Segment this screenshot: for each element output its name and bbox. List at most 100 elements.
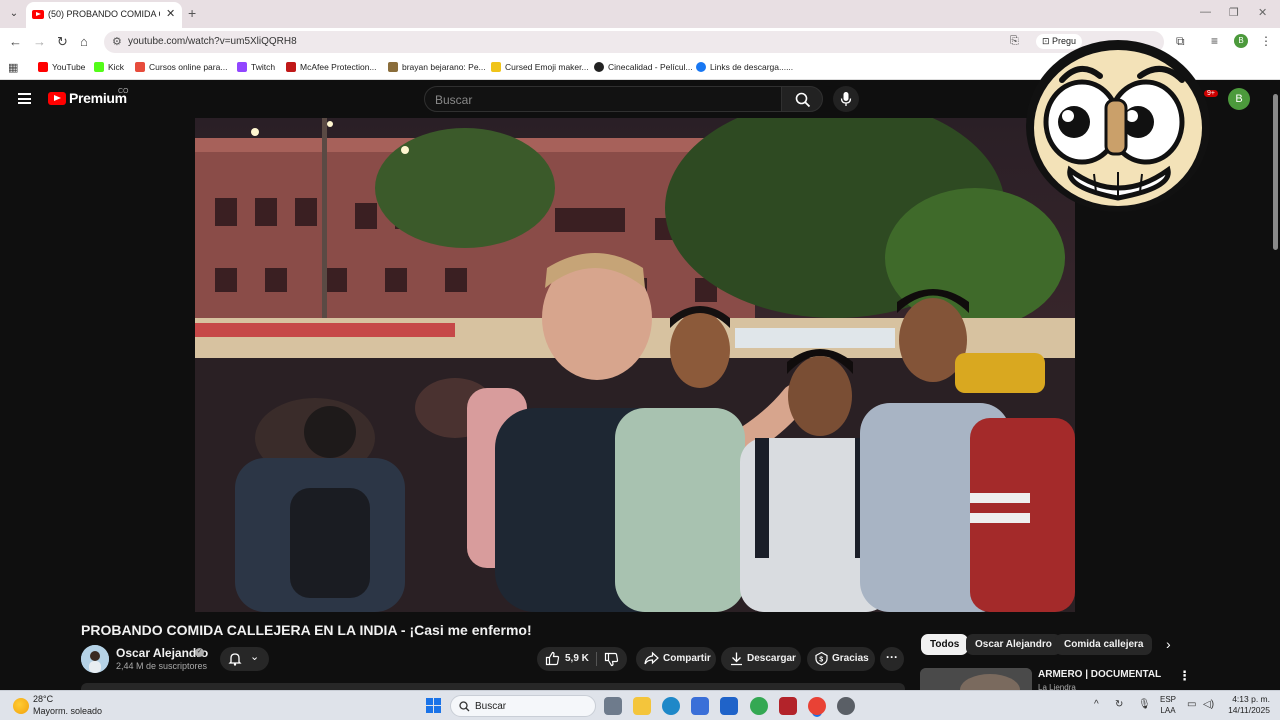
back-arrow-icon[interactable]: ←	[9, 34, 22, 49]
tab-search-chevron-icon[interactable]: ⌄	[6, 6, 22, 22]
like-thumb-icon[interactable]	[545, 651, 560, 666]
brayan-bookmark-icon	[388, 61, 398, 72]
recommendation-thumbnail-image	[920, 668, 1032, 690]
browser-tab-active[interactable]: (50) PROBANDO COMIDA CALLE ✕	[26, 2, 182, 28]
weather-sun-icon[interactable]	[13, 698, 29, 714]
mail-icon[interactable]	[720, 697, 738, 715]
chips-next-chevron-icon[interactable]: ›	[1166, 636, 1171, 652]
thanks-label: Gracias	[832, 653, 869, 664]
like-separator	[596, 652, 597, 666]
like-count[interactable]: 5,9 K	[565, 653, 589, 664]
kick-bookmark-icon	[94, 61, 104, 72]
minimize-icon[interactable]: —	[1200, 6, 1211, 18]
dislike-thumb-icon[interactable]	[604, 652, 619, 667]
reading-list-icon[interactable]: ≡	[1211, 34, 1218, 48]
video-title: PROBANDO COMIDA CALLEJERA EN LA INDIA - …	[81, 622, 532, 638]
tray-chevron-up-icon[interactable]: ^	[1094, 699, 1099, 710]
install-app-icon[interactable]: ⎘	[1010, 35, 1019, 48]
recommendation-title[interactable]: ARMERO | DOCUMENTAL	[1038, 669, 1161, 680]
cursed-emoji-bookmark-icon	[491, 61, 501, 72]
bookmark-cursos[interactable]: Cursos online para...	[135, 61, 227, 75]
pleading-face-sticker	[1026, 40, 1210, 212]
task-view-icon[interactable]	[604, 697, 622, 715]
download-button[interactable]: Descargar	[721, 647, 801, 671]
twitch-bookmark-icon	[237, 61, 247, 72]
file-explorer-icon[interactable]	[633, 697, 651, 715]
site-info-icon[interactable]: ⚙	[112, 35, 122, 48]
description-box[interactable]	[81, 683, 905, 690]
video-player[interactable]	[195, 118, 1075, 612]
hamburger-menu-icon[interactable]	[18, 93, 31, 104]
scrollbar-thumb[interactable]	[1273, 94, 1278, 250]
youtube-logo-icon[interactable]	[48, 92, 66, 105]
subscriber-count: 2,44 M de suscriptores	[116, 661, 208, 671]
verified-check-icon: ✓	[195, 648, 204, 657]
bookmark-twitch[interactable]: Twitch	[237, 61, 275, 75]
svg-text:$: $	[819, 657, 823, 664]
share-label: Compartir	[663, 653, 711, 664]
address-bar[interactable]: ⚙ youtube.com/watch?v=um5XliQQRH8 ⎘ ⊡ Pr…	[104, 31, 1164, 53]
chip-todos[interactable]: Todos	[921, 634, 969, 655]
chip-oscar-alejandro[interactable]: Oscar Alejandro	[966, 634, 1061, 655]
bookmark-links-descarga[interactable]: Links de descarga......	[696, 61, 793, 75]
tab-close-icon[interactable]: ✕	[166, 7, 175, 20]
weather-description[interactable]: Mayorm. soleado	[33, 706, 102, 716]
chrome-profile-icon[interactable]	[750, 697, 768, 715]
country-code: CO	[118, 88, 129, 95]
home-icon[interactable]: ⌂	[80, 34, 88, 49]
tab-title: (50) PROBANDO COMIDA CALLE	[48, 9, 160, 19]
browser-menu-icon[interactable]: ⋮	[1260, 34, 1272, 48]
channel-avatar-image	[81, 645, 109, 673]
microsoft-store-icon[interactable]	[691, 697, 709, 715]
youtube-account-avatar[interactable]: B	[1228, 88, 1250, 110]
forward-arrow-icon[interactable]: →	[33, 34, 46, 49]
share-arrow-icon	[644, 651, 659, 665]
edge-browser-icon[interactable]	[662, 697, 680, 715]
weather-temperature[interactable]: 28°C	[33, 694, 53, 704]
browser-profile-avatar[interactable]: B	[1234, 34, 1248, 48]
subscription-bell-button[interactable]: ⌄	[220, 647, 269, 671]
voice-search-button[interactable]	[833, 86, 859, 112]
apps-grid-icon[interactable]: ▦	[8, 61, 18, 74]
bookmark-mcafee[interactable]: McAfee Protection...	[286, 61, 377, 75]
download-label: Descargar	[747, 653, 796, 664]
search-button[interactable]	[781, 86, 823, 112]
recommendation-more-icon[interactable]: ⋮	[1178, 668, 1191, 684]
search-input[interactable]	[435, 92, 765, 108]
bookmark-cinecalidad[interactable]: Cinecalidad - Películ...	[594, 61, 693, 75]
page-scrollbar[interactable]	[1270, 86, 1280, 686]
network-icon[interactable]: ▭	[1187, 699, 1196, 710]
facebook-bookmark-icon	[696, 61, 706, 72]
valorant-icon[interactable]	[779, 697, 797, 715]
new-tab-icon[interactable]: +	[188, 5, 196, 21]
share-button[interactable]: Compartir	[636, 647, 716, 671]
windows-start-icon[interactable]	[426, 698, 441, 713]
language-indicator[interactable]: ESP LAA	[1160, 694, 1176, 716]
system-clock[interactable]: 4:13 p. m. 14/11/2025	[1222, 694, 1270, 716]
channel-avatar[interactable]	[81, 645, 109, 673]
volume-icon[interactable]: ◁)	[1203, 699, 1214, 710]
download-icon	[731, 652, 742, 666]
more-actions-button[interactable]: ···	[880, 647, 904, 671]
youtube-favicon-icon	[32, 10, 44, 19]
search-box	[424, 86, 782, 112]
tray-sync-icon[interactable]: ↻	[1115, 699, 1123, 710]
bookmark-cursed-emoji[interactable]: Cursed Emoji maker...	[491, 61, 589, 75]
taskbar-search[interactable]: Buscar	[450, 695, 596, 717]
chip-comida-callejera[interactable]: Comida callejera	[1055, 634, 1153, 655]
steam-icon[interactable]	[837, 697, 855, 715]
chrome-active-icon[interactable]	[808, 697, 826, 715]
cinecalidad-bookmark-icon	[594, 61, 604, 72]
thanks-button[interactable]: $ Gracias	[807, 647, 875, 671]
tray-microphone-icon[interactable]: 🎙	[1138, 699, 1151, 710]
cursos-bookmark-icon	[135, 61, 145, 72]
search-icon	[795, 92, 811, 108]
restore-icon[interactable]: ❐	[1229, 6, 1239, 19]
reload-icon[interactable]: ↻	[57, 34, 68, 50]
bookmark-kick[interactable]: Kick	[94, 61, 124, 75]
close-window-icon[interactable]: ✕	[1258, 6, 1267, 19]
bookmark-youtube[interactable]: YouTube	[38, 61, 85, 75]
recommendation-thumbnail[interactable]	[920, 668, 1032, 690]
bookmark-brayan[interactable]: brayan bejarano: Pe...	[388, 61, 486, 75]
taskbar-search-icon	[459, 701, 470, 712]
